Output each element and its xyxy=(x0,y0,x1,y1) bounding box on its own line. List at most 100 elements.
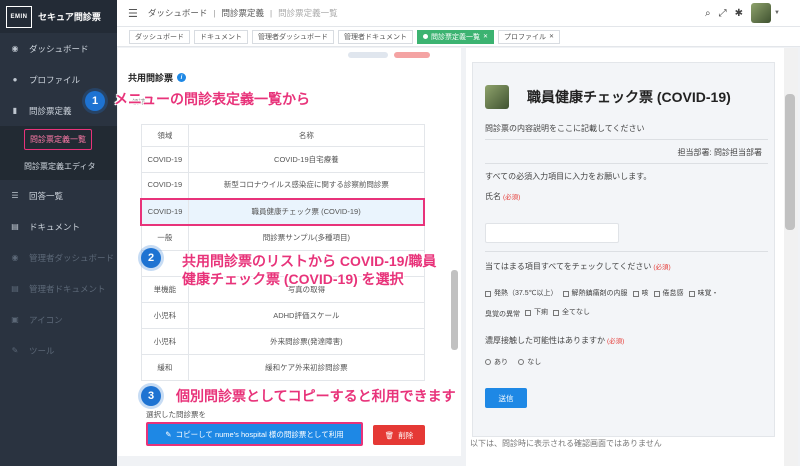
form-header: 職員健康チェック票 (COVID-19) xyxy=(485,85,731,109)
sidebar-item-label: アイコン xyxy=(29,314,63,325)
search-icon[interactable]: ⌕ xyxy=(705,8,711,19)
top-button-partial[interactable] xyxy=(394,52,430,58)
checkbox-cough[interactable]: 咳 xyxy=(632,285,649,303)
annotation-step-2-line1: 共用問診票のリストから COVID-19/職員 xyxy=(182,253,437,269)
breadcrumb-definitions[interactable]: 問診票定義 xyxy=(221,7,264,19)
pencil-icon: ✎ xyxy=(165,429,172,439)
cell-name: 緩和ケア外来初診問診票 xyxy=(188,354,425,381)
column-header-name[interactable]: 名称 xyxy=(188,124,425,147)
sidebar: EMIN セキュア問診票 ◉ ダッシュボード ● プロファイル ▮ 問診票定義 … xyxy=(0,0,117,466)
q2-label: 濃厚接触した可能性はありますか (必須) xyxy=(485,335,624,346)
divider xyxy=(485,251,768,252)
sidebar-subitem-definition-list[interactable]: 問診票定義一覧 xyxy=(0,126,117,153)
column-header-area[interactable]: 領域 xyxy=(140,124,190,147)
tab-dashboard[interactable]: ダッシュボード xyxy=(129,29,190,44)
sidebar-item-label: 管理者ダッシュボード xyxy=(29,252,115,263)
delete-button[interactable]: 🗑 削除 xyxy=(373,425,425,445)
info-icon[interactable]: i xyxy=(177,73,187,82)
selected-label: 選択した問診票を xyxy=(146,410,206,419)
sidebar-item-admin-dashboard[interactable]: ◉ 管理者ダッシュボード xyxy=(0,242,117,273)
cell-area: 一般 xyxy=(140,224,190,251)
tab-definition-list[interactable]: 問診票定義一覧 ✕ xyxy=(417,29,495,44)
sidebar-item-label: 回答一覧 xyxy=(29,190,64,201)
close-icon[interactable]: ✕ xyxy=(483,33,488,40)
top-button-partial[interactable] xyxy=(348,52,388,58)
menu-toggle-icon[interactable]: ☰ xyxy=(128,7,138,20)
table-row[interactable]: COVID-19 COVID-19自宅療養 xyxy=(140,146,425,173)
cell-area: 小児科 xyxy=(140,302,190,329)
checkbox-fatigue[interactable]: 倦怠感 xyxy=(653,285,684,303)
sidebar-item-tools[interactable]: ✎ ツール xyxy=(0,335,117,366)
table-row[interactable]: COVID-19 新型コロナウイルス感染症に関する診察前問診票 xyxy=(140,172,425,199)
option-label: 味覚・ xyxy=(697,290,719,297)
chevron-down-icon[interactable]: ▼ xyxy=(774,10,780,16)
sidebar-item-dashboard[interactable]: ◉ ダッシュボード xyxy=(0,33,117,64)
sidebar-item-profile[interactable]: ● プロファイル xyxy=(0,64,117,95)
copy-button[interactable]: ✎ コピーして nume's hospital 様の問診票として利用 xyxy=(146,422,363,446)
table-row[interactable]: 小児科 ADHD評価スケール xyxy=(140,302,425,329)
copy-button-label: コピーして nume's hospital 様の問診票として利用 xyxy=(175,429,344,439)
sidebar-item-admin-documents[interactable]: ▤ 管理者ドキュメント xyxy=(0,273,117,304)
sidebar-subitem-definition-editor[interactable]: 問診票定義エディタ xyxy=(0,153,117,180)
sidebar-item-label: ツール xyxy=(29,345,55,356)
checkbox-taste[interactable]: 味覚・ xyxy=(688,285,719,303)
table-row[interactable]: 一般 問診票サンプル(多種項目) xyxy=(140,224,425,251)
brand-title: セキュア問診票 xyxy=(38,12,101,22)
sidebar-item-label: プロファイル xyxy=(29,74,81,85)
scrollbar-thumb[interactable] xyxy=(451,270,458,350)
cell-area: 小児科 xyxy=(140,328,190,355)
cell-area: 緩和 xyxy=(140,354,190,381)
preview-panel: 職員健康チェック票 (COVID-19) 問診票の内容説明をここに記載してくださ… xyxy=(466,48,798,466)
table-row-selected[interactable]: COVID-19 職員健康チェック票 (COVID-19) xyxy=(140,197,426,226)
q2-text: 濃厚接触した可能性はありますか xyxy=(485,336,605,345)
tab-admin-dashboard[interactable]: 管理者ダッシュボード xyxy=(252,29,334,44)
cell-name: 新型コロナウイルス感染症に関する診察前問診票 xyxy=(188,172,425,199)
close-icon[interactable]: ✕ xyxy=(549,33,554,40)
sidebar-item-answers[interactable]: ☰ 回答一覧 xyxy=(0,180,117,211)
tab-documents[interactable]: ドキュメント xyxy=(194,29,248,44)
table-row[interactable]: 緩和 緩和ケア外来初診問診票 xyxy=(140,354,425,381)
step-badge-1: 1 xyxy=(85,91,105,111)
tab-profile[interactable]: プロファイル ✕ xyxy=(498,29,561,44)
header: ☰ ダッシュボード | 問診票定義 | 問診票定義一覧 ⌕ ⤢ ✱ ▼ xyxy=(117,0,800,27)
sidebar-item-icons[interactable]: ▣ アイコン xyxy=(0,304,117,335)
table-row[interactable]: 小児科 外来問診票(発達障害) xyxy=(140,328,425,355)
brand[interactable]: EMIN セキュア問診票 xyxy=(0,0,117,33)
submit-button[interactable]: 送信 xyxy=(485,388,527,408)
name-label-text: 氏名 xyxy=(485,192,501,201)
sidebar-item-documents[interactable]: ▤ ドキュメント xyxy=(0,211,117,242)
checkbox-fever[interactable]: 発熱（37.5℃以上） xyxy=(485,285,558,303)
q2-options: あり なし xyxy=(485,357,549,367)
name-input[interactable] xyxy=(485,223,619,243)
checkbox-antipyretic[interactable]: 解熱鎮痛剤の内服 xyxy=(562,285,628,303)
preview-footer-text: 以下は、問診時に表示される確認画面ではありません xyxy=(470,439,662,448)
bug-icon[interactable]: ✱ xyxy=(735,8,743,19)
cell-name: 外来問診票(発達障害) xyxy=(188,328,425,355)
breadcrumb-dashboard[interactable]: ダッシュボード xyxy=(148,7,208,19)
divider xyxy=(485,163,768,164)
option-label-cont: 臭覚の異常 xyxy=(485,306,520,324)
tab-label: ダッシュボード xyxy=(135,33,184,41)
sidebar-item-label: ダッシュボード xyxy=(29,43,89,54)
tab-label: 問診票定義一覧 xyxy=(431,33,480,41)
form-avatar xyxy=(485,85,509,109)
radio-no[interactable]: なし xyxy=(518,357,541,367)
clipboard-icon: ▮ xyxy=(12,106,18,115)
section-title-text: 共用問診票 xyxy=(128,73,174,83)
avatar[interactable] xyxy=(751,3,772,23)
fullscreen-icon[interactable]: ⤢ xyxy=(719,8,727,19)
tab-label: ドキュメント xyxy=(200,33,242,41)
form-preview-card: 職員健康チェック票 (COVID-19) 問診票の内容説明をここに記載してくださ… xyxy=(472,62,775,437)
scrollbar-thumb[interactable] xyxy=(785,94,795,230)
checkbox-diarrhea[interactable]: 下痢 xyxy=(525,304,548,322)
image-icon: ▣ xyxy=(11,315,19,324)
document-icon: ▤ xyxy=(11,222,19,231)
annotation-step-2: 共用問診票のリストから COVID-19/職員 健康チェック票 (COVID-1… xyxy=(182,252,436,288)
user-icon: ● xyxy=(12,75,18,84)
radio-yes[interactable]: あり xyxy=(485,357,508,367)
section-title: 共用問診票 i xyxy=(128,71,187,84)
checkbox-none[interactable]: 全てなし xyxy=(553,304,590,322)
dashboard-icon: ◉ xyxy=(11,253,19,262)
tab-admin-documents[interactable]: 管理者ドキュメント xyxy=(338,29,413,44)
header-actions: ⌕ ⤢ ✱ ▼ xyxy=(697,3,780,23)
